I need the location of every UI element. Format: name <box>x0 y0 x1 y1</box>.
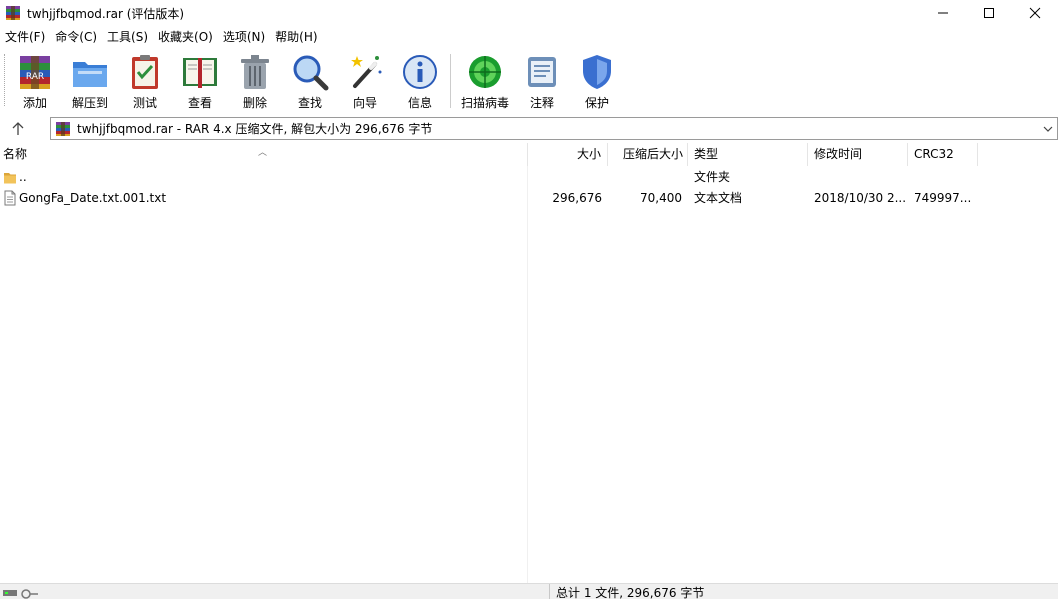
column-header-packed[interactable]: 压缩后大小 <box>608 143 688 166</box>
menu-file[interactable]: 文件(F) <box>0 27 50 47</box>
title-bar: twhjjfbqmod.rar (评估版本) <box>0 0 1058 26</box>
file-list: 名称 ︿ 大小 压缩后大小 类型 修改时间 CRC32 .. 文件夹 GongF… <box>0 143 1058 583</box>
status-drive-icons <box>2 586 42 599</box>
add-label: 添加 <box>22 96 47 110</box>
column-header-type-label: 类型 <box>694 147 719 161</box>
protect-button[interactable]: 保护 <box>571 52 623 112</box>
minimize-button[interactable] <box>920 0 966 26</box>
svg-text:RAR: RAR <box>26 72 44 82</box>
protect-label: 保护 <box>584 96 609 110</box>
list-item-file[interactable]: GongFa_Date.txt.001.txt 296,676 70,400 文… <box>0 188 1000 209</box>
column-header-crc[interactable]: CRC32 <box>908 143 978 166</box>
scan-virus-label: 扫描病毒 <box>460 96 509 110</box>
close-icon <box>1029 7 1041 19</box>
menu-options[interactable]: 选项(N) <box>218 27 270 47</box>
drive-key-icon <box>3 589 38 599</box>
row-crc: 749997... <box>914 191 972 205</box>
list-header: 名称 ︿ 大小 压缩后大小 类型 修改时间 CRC32 <box>0 143 1058 166</box>
trash-icon <box>241 55 269 89</box>
row-type: 文本文档 <box>694 191 743 205</box>
row-size: 296,676 <box>552 191 602 205</box>
test-button[interactable]: 测试 <box>119 52 171 112</box>
folder-icon <box>4 173 16 184</box>
arrow-up-icon <box>12 122 24 135</box>
archive-icon <box>55 121 71 137</box>
menu-bar: 文件(F) 命令(C) 工具(S) 收藏夹(O) 选项(N) 帮助(H) <box>0 27 323 47</box>
view-button[interactable]: 查看 <box>174 52 226 112</box>
menu-help[interactable]: 帮助(H) <box>270 27 322 47</box>
add-button[interactable]: RAR 添加 <box>9 52 61 112</box>
list-item-parent-folder[interactable]: .. 文件夹 <box>0 167 1000 188</box>
extract-label: 解压到 <box>71 96 108 110</box>
wizard-button[interactable]: 向导 <box>339 52 391 112</box>
virus-scan-icon <box>469 56 501 88</box>
address-text: twhjjfbqmod.rar - RAR 4.x 压缩文件, 解包大小为 29… <box>77 122 433 136</box>
window-title: twhjjfbqmod.rar (评估版本) <box>27 6 185 21</box>
status-bar: 总计 1 文件, 296,676 字节 <box>0 583 1058 599</box>
wizard-label: 向导 <box>352 96 377 110</box>
column-header-name-label: 名称 <box>3 147 28 161</box>
maximize-icon <box>984 8 994 18</box>
maximize-button[interactable] <box>966 0 1012 26</box>
column-header-modified-label: 修改时间 <box>814 147 863 161</box>
address-dropdown-button[interactable] <box>1041 121 1055 137</box>
minimize-icon <box>938 12 948 14</box>
close-button[interactable] <box>1012 0 1058 26</box>
row-name: .. <box>19 170 27 184</box>
extract-folder-icon <box>73 62 107 87</box>
menu-commands[interactable]: 命令(C) <box>50 27 102 47</box>
comment-note-icon <box>528 57 556 87</box>
address-box[interactable]: twhjjfbqmod.rar - RAR 4.x 压缩文件, 解包大小为 29… <box>50 117 1058 140</box>
magic-wand-icon <box>351 56 382 88</box>
row-modified: 2018/10/30 2... <box>814 191 906 205</box>
column-header-modified[interactable]: 修改时间 <box>808 143 908 166</box>
info-button[interactable]: 信息 <box>394 52 446 112</box>
status-summary: 总计 1 文件, 296,676 字节 <box>556 586 705 599</box>
row-packed-size: 70,400 <box>640 191 682 205</box>
archive-add-icon: RAR <box>20 56 50 89</box>
row-type: 文件夹 <box>694 170 731 184</box>
column-header-crc-label: CRC32 <box>914 147 954 161</box>
test-label: 测试 <box>132 96 157 110</box>
info-icon <box>403 55 437 89</box>
extract-button[interactable]: 解压到 <box>64 52 116 112</box>
chevron-down-icon <box>1043 126 1053 132</box>
shield-icon <box>583 55 611 89</box>
name-column-divider <box>527 166 528 583</box>
magnifier-icon <box>293 55 329 91</box>
winrar-app-icon <box>5 5 21 21</box>
column-header-size-label: 大小 <box>576 147 601 161</box>
menu-favorites[interactable]: 收藏夹(O) <box>153 27 218 47</box>
column-header-packed-label: 压缩后大小 <box>622 147 683 161</box>
up-folder-button[interactable] <box>6 119 30 139</box>
find-label: 查找 <box>297 96 322 110</box>
status-divider <box>549 584 550 599</box>
scan-virus-button[interactable]: 扫描病毒 <box>459 52 511 112</box>
toolbar: RAR 添加 解压到 测试 查看 删除 查找 向导 信息 扫描病毒 注释 保护 <box>0 48 1058 114</box>
view-book-icon <box>183 58 217 88</box>
column-header-name[interactable]: 名称 ︿ <box>0 143 528 166</box>
find-button[interactable]: 查找 <box>284 52 336 112</box>
comment-button[interactable]: 注释 <box>516 52 568 112</box>
info-label: 信息 <box>407 96 432 110</box>
sort-ascending-icon: ︿ <box>258 148 268 158</box>
row-name: GongFa_Date.txt.001.txt <box>19 191 167 205</box>
comment-label: 注释 <box>529 96 554 110</box>
address-bar-row: twhjjfbqmod.rar - RAR 4.x 压缩文件, 解包大小为 29… <box>0 115 1058 142</box>
text-file-icon <box>4 190 16 206</box>
delete-label: 删除 <box>242 96 267 110</box>
toolbar-grip <box>4 54 8 106</box>
column-header-size[interactable]: 大小 <box>528 143 608 166</box>
column-header-type[interactable]: 类型 <box>688 143 808 166</box>
view-label: 查看 <box>187 96 212 110</box>
toolbar-separator <box>450 54 451 108</box>
menu-tools[interactable]: 工具(S) <box>102 27 153 47</box>
test-clipboard-icon <box>132 55 158 89</box>
delete-button[interactable]: 删除 <box>229 52 281 112</box>
